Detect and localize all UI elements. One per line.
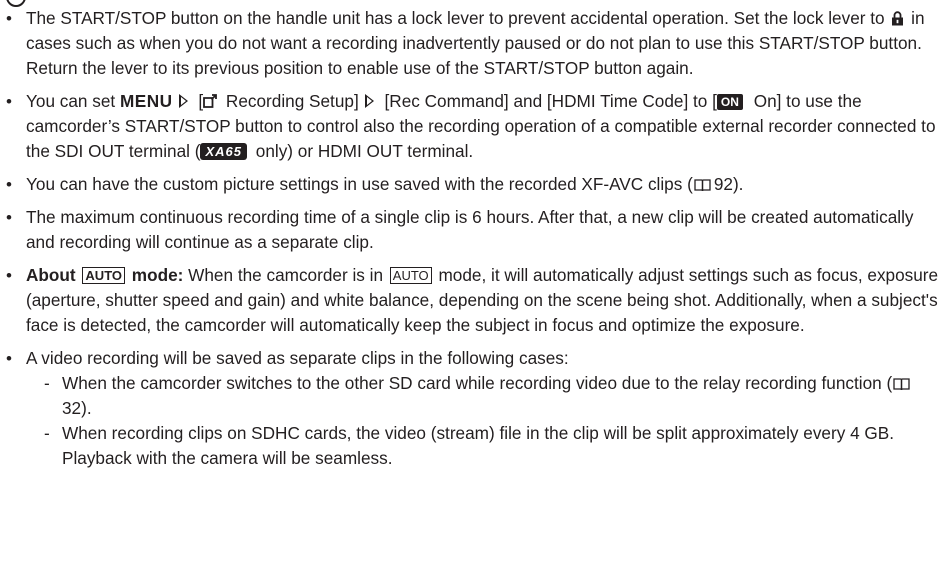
auto-mode-badge: AUTO <box>82 267 126 284</box>
list-item: A video recording will be saved as separ… <box>0 346 940 471</box>
sub-list: When the camcorder switches to the other… <box>26 371 940 471</box>
page-reference-icon <box>694 179 711 192</box>
menu-button-label: MENU <box>119 91 173 111</box>
page-reference[interactable]: 32 <box>62 398 81 418</box>
sub-list-item: When recording clips on SDHC cards, the … <box>44 421 940 471</box>
page-reference[interactable]: 92 <box>714 174 733 194</box>
notes-page: The START/STOP button on the handle unit… <box>0 6 940 479</box>
list-item: The START/STOP button on the handle unit… <box>0 6 940 81</box>
sub-list-item: When the camcorder switches to the other… <box>44 371 940 421</box>
list-item: You can set MENU [ Recording Setup] [Rec… <box>0 89 940 164</box>
arrow-right-icon <box>364 93 374 108</box>
list-item: About AUTO mode: When the camcorder is i… <box>0 263 940 338</box>
list-item: The maximum continuous recording time of… <box>0 205 940 255</box>
lock-icon <box>892 11 904 26</box>
camera-setup-icon <box>203 94 218 108</box>
auto-mode-badge: AUTO <box>389 267 432 284</box>
page-reference-icon <box>893 378 910 391</box>
on-badge: ON <box>716 94 743 110</box>
list-item: You can have the custom picture settings… <box>0 172 940 197</box>
about-auto-mode-heading: About AUTO mode: <box>26 265 184 285</box>
arrow-right-icon <box>178 93 188 108</box>
notes-list: The START/STOP button on the handle unit… <box>0 6 940 471</box>
model-badge: XA65 <box>200 143 247 160</box>
